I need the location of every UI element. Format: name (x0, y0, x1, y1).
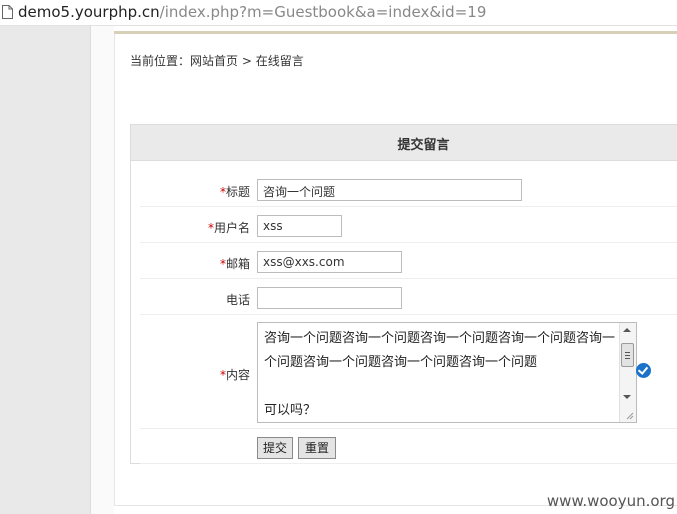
content-text: 咨询一个问题咨询一个问题咨询一个问题咨询一个问题咨询一个问题咨询一个问题咨询一个… (264, 327, 620, 423)
username-input[interactable]: xss (257, 215, 342, 237)
row-divider (140, 463, 677, 464)
phone-input[interactable] (257, 287, 402, 309)
breadcrumb-label: 当前位置： (130, 54, 191, 68)
scroll-up-icon[interactable] (623, 328, 631, 332)
page-icon (2, 5, 13, 19)
form-title: 提交留言 (397, 138, 450, 153)
reset-button[interactable]: 重置 (298, 437, 336, 459)
breadcrumb-current-link[interactable]: 在线留言 (256, 54, 304, 68)
row-divider (140, 428, 677, 429)
url-path: /index.php?m=Guestbook&a=index&id=19 (159, 3, 487, 21)
breadcrumb: 当前位置：网站首页 > 在线留言 (130, 52, 304, 69)
email-label: *邮箱 (219, 257, 250, 271)
page-gutter (0, 26, 90, 514)
content-line-1: 咨询一个问题咨询一个问题咨询一个问题咨询一个问题咨询一个问题咨询一个问题咨询一个… (264, 331, 616, 370)
row-divider (140, 242, 677, 243)
title-label: *标题 (219, 185, 250, 199)
content-line-2: 可以吗？ (264, 403, 317, 418)
row-divider (140, 206, 677, 207)
checkmark-icon (636, 363, 651, 378)
username-label: *用户名 (207, 221, 250, 235)
textarea-scrollbar[interactable] (619, 323, 636, 422)
page-gutter-inner (90, 26, 114, 514)
breadcrumb-home-link[interactable]: 网站首页 (190, 54, 238, 68)
url-text[interactable]: demo5.yourphp.cn/index.php?m=Guestbook&a… (18, 3, 486, 21)
email-input[interactable]: xss@xxs.com (257, 251, 402, 273)
watermark: www.wooyun.org (546, 492, 675, 510)
row-divider (140, 314, 677, 315)
address-bar[interactable]: demo5.yourphp.cn/index.php?m=Guestbook&a… (0, 0, 677, 26)
url-host: demo5.yourphp.cn (18, 3, 160, 21)
title-input[interactable]: 咨询一个问题 (257, 179, 522, 201)
submit-button[interactable]: 提交 (257, 437, 293, 459)
content-label: *内容 (219, 368, 250, 382)
scroll-down-icon[interactable] (623, 395, 631, 399)
row-divider (140, 278, 677, 279)
resize-grip-icon[interactable] (626, 412, 634, 420)
phone-label: 电话 (225, 293, 250, 307)
scroll-thumb[interactable] (621, 343, 634, 367)
content-textarea[interactable]: 咨询一个问题咨询一个问题咨询一个问题咨询一个问题咨询一个问题咨询一个问题咨询一个… (257, 322, 637, 423)
breadcrumb-separator: > (241, 54, 252, 68)
